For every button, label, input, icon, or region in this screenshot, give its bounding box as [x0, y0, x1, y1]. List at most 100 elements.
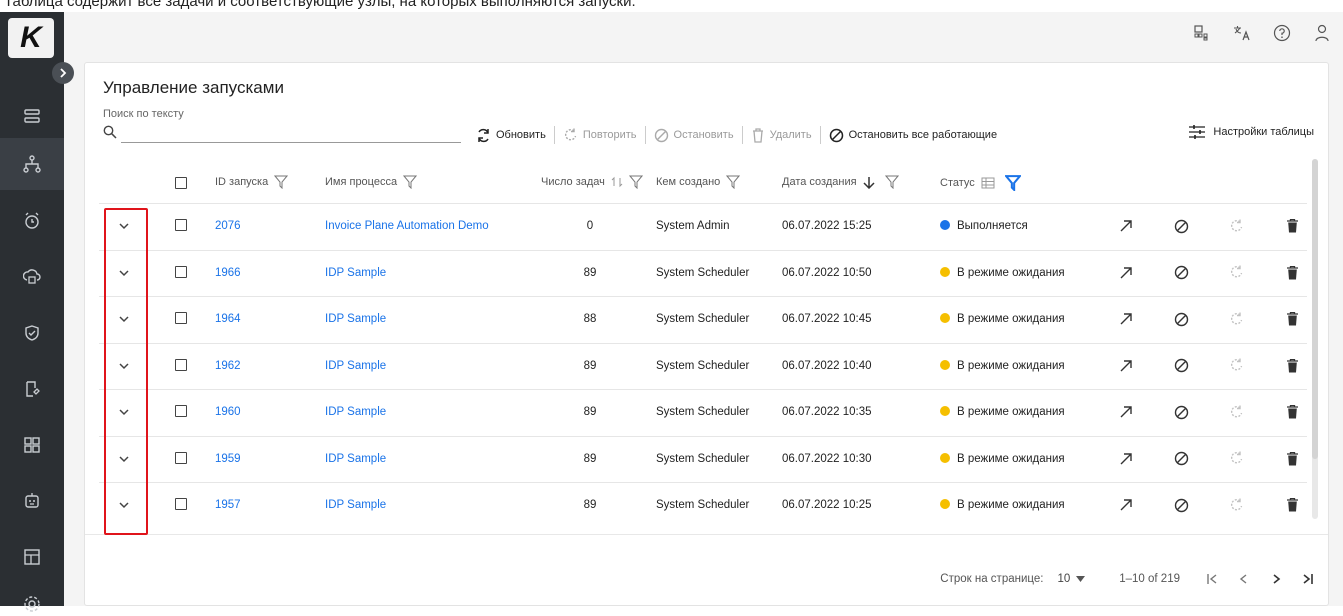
- vertical-scrollbar[interactable]: [1312, 159, 1318, 519]
- column-header-created-at[interactable]: Дата создания: [782, 175, 899, 189]
- column-header-process[interactable]: Имя процесса: [325, 175, 418, 189]
- sort-desc-icon[interactable]: [863, 176, 875, 189]
- filter-icon[interactable]: [403, 175, 418, 189]
- table-row[interactable]: 1959 IDP Sample 89 System Scheduler 06.0…: [99, 435, 1307, 482]
- filter-icon[interactable]: [628, 175, 643, 189]
- run-id-link[interactable]: 1957: [215, 499, 241, 511]
- table-row[interactable]: 1960 IDP Sample 89 System Scheduler 06.0…: [99, 389, 1307, 435]
- open-run-button[interactable]: [1117, 310, 1135, 328]
- stop-run-button[interactable]: [1172, 217, 1190, 235]
- repeat-run-button[interactable]: [1227, 217, 1245, 235]
- next-page-icon[interactable]: [1270, 573, 1282, 585]
- first-page-icon[interactable]: [1206, 573, 1218, 585]
- open-run-button[interactable]: [1117, 450, 1135, 468]
- repeat-run-button[interactable]: [1227, 264, 1245, 282]
- alarm-icon[interactable]: [20, 209, 44, 233]
- column-header-created-by[interactable]: Кем создано: [656, 175, 741, 189]
- row-checkbox[interactable]: [175, 405, 187, 417]
- stop-run-button[interactable]: [1172, 450, 1190, 468]
- robot-icon[interactable]: [20, 489, 44, 513]
- process-name-link[interactable]: IDP Sample: [325, 360, 386, 372]
- repeat-button[interactable]: Повторить: [555, 125, 645, 145]
- filter-icon[interactable]: [884, 175, 899, 189]
- app-logo[interactable]: K: [8, 18, 54, 58]
- filter-icon[interactable]: [274, 175, 289, 189]
- table-row[interactable]: 2076 Invoice Plane Automation Demo 0 Sys…: [99, 203, 1307, 249]
- delete-run-button[interactable]: [1283, 264, 1301, 282]
- row-checkbox[interactable]: [175, 358, 187, 371]
- repeat-run-button[interactable]: [1227, 450, 1245, 468]
- stop-run-button[interactable]: [1172, 310, 1190, 328]
- run-id-link[interactable]: 1962: [215, 360, 241, 372]
- table-row[interactable]: 1966 IDP Sample 89 System Scheduler 06.0…: [99, 249, 1307, 296]
- repeat-run-button[interactable]: [1227, 310, 1245, 328]
- table-row[interactable]: 1964 IDP Sample 88 System Scheduler 06.0…: [99, 296, 1307, 342]
- delete-run-button[interactable]: [1283, 496, 1301, 514]
- row-checkbox[interactable]: [175, 219, 187, 231]
- list-view-icon[interactable]: [981, 177, 995, 189]
- filter-active-icon[interactable]: [1004, 175, 1021, 191]
- column-header-id[interactable]: ID запуска: [215, 175, 289, 189]
- process-name-link[interactable]: IDP Sample: [325, 313, 386, 325]
- stop-run-button[interactable]: [1172, 496, 1190, 514]
- open-run-button[interactable]: [1117, 496, 1135, 514]
- open-run-button[interactable]: [1117, 264, 1135, 282]
- run-id-link[interactable]: 1966: [215, 267, 241, 279]
- processes-icon[interactable]: [20, 104, 44, 128]
- stop-run-button[interactable]: [1172, 264, 1190, 282]
- process-name-link[interactable]: IDP Sample: [325, 453, 386, 465]
- table-settings-button[interactable]: Настройки таблицы: [1189, 125, 1314, 139]
- delete-run-button[interactable]: [1283, 357, 1301, 375]
- user-icon[interactable]: [1311, 22, 1333, 44]
- scrollbar-thumb[interactable]: [1312, 159, 1318, 459]
- column-header-tasks[interactable]: Число задач: [541, 175, 643, 189]
- row-checkbox[interactable]: [175, 265, 187, 278]
- shield-icon[interactable]: [20, 321, 44, 345]
- translate-icon[interactable]: [1231, 22, 1253, 44]
- process-name-link[interactable]: IDP Sample: [325, 267, 386, 279]
- run-id-link[interactable]: 1959: [215, 453, 241, 465]
- dashboard-icon[interactable]: [20, 545, 44, 569]
- rows-per-page-select[interactable]: 10: [1057, 573, 1086, 585]
- row-checkbox[interactable]: [175, 451, 187, 464]
- open-run-button[interactable]: [1117, 217, 1135, 235]
- select-all-checkbox[interactable]: [175, 177, 187, 189]
- row-checkbox[interactable]: [175, 498, 187, 510]
- search-input[interactable]: [121, 123, 461, 143]
- prev-page-icon[interactable]: [1238, 573, 1250, 585]
- row-checkbox[interactable]: [175, 312, 187, 324]
- table-row[interactable]: 1962 IDP Sample 89 System Scheduler 06.0…: [99, 342, 1307, 389]
- delete-run-button[interactable]: [1283, 403, 1301, 421]
- run-id-link[interactable]: 2076: [215, 220, 241, 232]
- open-run-button[interactable]: [1117, 357, 1135, 375]
- sort-icon[interactable]: [611, 176, 623, 188]
- delete-run-button[interactable]: [1283, 310, 1301, 328]
- filter-icon[interactable]: [726, 175, 741, 189]
- last-page-icon[interactable]: [1302, 573, 1314, 585]
- run-id-link[interactable]: 1960: [215, 406, 241, 418]
- report-icon[interactable]: [20, 377, 44, 401]
- table-row[interactable]: 1957 IDP Sample 89 System Scheduler 06.0…: [99, 482, 1307, 528]
- delete-run-button[interactable]: [1283, 217, 1301, 235]
- repeat-run-button[interactable]: [1227, 496, 1245, 514]
- runs-icon[interactable]: [0, 138, 64, 190]
- open-run-button[interactable]: [1117, 403, 1135, 421]
- process-name-link[interactable]: Invoice Plane Automation Demo: [325, 220, 489, 232]
- stop-run-button[interactable]: [1172, 403, 1190, 421]
- process-name-link[interactable]: IDP Sample: [325, 406, 386, 418]
- layout-switch-icon[interactable]: [1191, 22, 1213, 44]
- delete-button[interactable]: Удалить: [743, 125, 820, 145]
- repeat-run-button[interactable]: [1227, 357, 1245, 375]
- settings-icon[interactable]: [20, 592, 44, 616]
- process-name-link[interactable]: IDP Sample: [325, 499, 386, 511]
- column-header-status[interactable]: Статус: [940, 175, 1021, 191]
- cloud-server-icon[interactable]: [20, 265, 44, 289]
- delete-run-button[interactable]: [1283, 450, 1301, 468]
- run-id-link[interactable]: 1964: [215, 313, 241, 325]
- stop-all-button[interactable]: Остановить все работающие: [821, 125, 1006, 145]
- sidebar-expand-button[interactable]: [52, 62, 74, 84]
- refresh-button[interactable]: Обновить: [468, 125, 554, 145]
- stop-run-button[interactable]: [1172, 357, 1190, 375]
- stop-button[interactable]: Остановить: [646, 125, 742, 145]
- grid-icon[interactable]: [20, 433, 44, 457]
